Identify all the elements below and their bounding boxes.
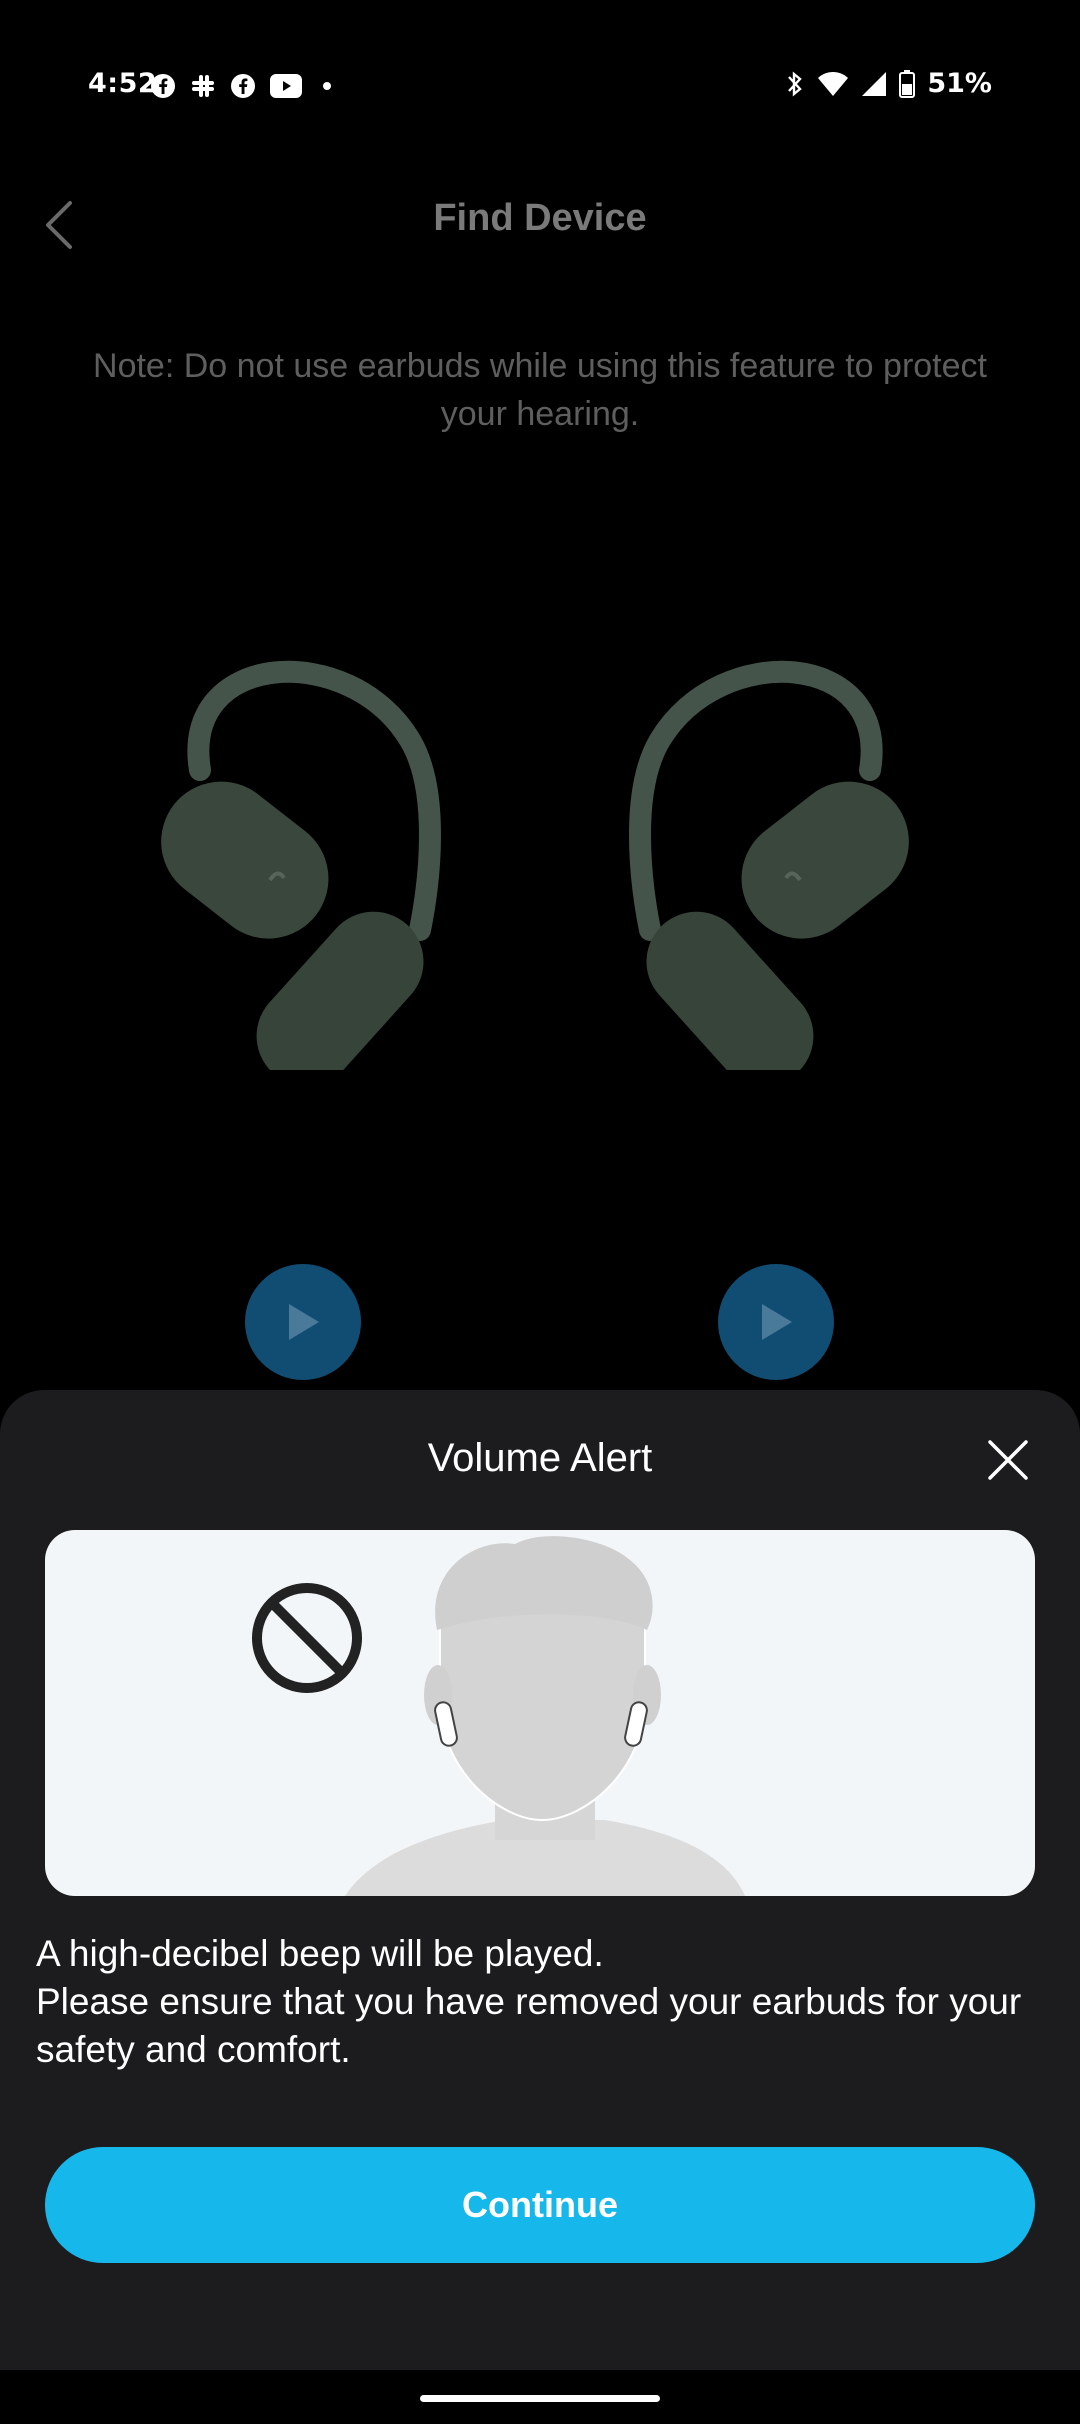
bluetooth-icon xyxy=(788,70,803,97)
home-indicator[interactable] xyxy=(420,2395,660,2402)
play-icon xyxy=(762,1304,792,1340)
slack-icon xyxy=(192,75,214,97)
status-bar: 4:52 51% xyxy=(0,0,1080,175)
play-left-button[interactable] xyxy=(245,1264,361,1380)
remove-earbuds-illustration xyxy=(45,1530,1035,1896)
prohibited-icon xyxy=(252,1583,362,1693)
play-icon xyxy=(289,1304,319,1340)
volume-alert-sheet: Volume Alert A high-decibel beep will be… xyxy=(0,1390,1080,2424)
page-title: Find Device xyxy=(433,197,647,239)
battery-percent: 51% xyxy=(927,68,992,99)
battery-icon xyxy=(899,69,916,98)
alert-message-line1: A high-decibel beep will be played. xyxy=(36,1933,604,1974)
play-right-button[interactable] xyxy=(718,1264,834,1380)
sheet-title: Volume Alert xyxy=(427,1436,653,1480)
left-earbud-image xyxy=(161,660,441,1070)
close-icon xyxy=(988,1440,1028,1480)
dot-icon xyxy=(323,82,331,90)
right-earbud-image xyxy=(629,660,909,1070)
app-header: Find Device xyxy=(0,175,1080,275)
continue-button[interactable]: Continue xyxy=(45,2147,1035,2263)
alert-message-line2: Please ensure that you have removed your… xyxy=(36,1981,1022,2070)
facebook-icon xyxy=(231,74,255,98)
status-time: 4:52 xyxy=(88,68,158,99)
hearing-note: Note: Do not use earbuds while using thi… xyxy=(93,347,987,433)
find-device-screen: 4:52 51% Find Device Note: Do not use ea… xyxy=(0,0,1080,2424)
head-with-earbuds-image xyxy=(252,1536,745,1896)
youtube-icon xyxy=(270,74,302,98)
close-button[interactable] xyxy=(980,1432,1036,1488)
alert-message: A high-decibel beep will be played. Plea… xyxy=(36,1930,1046,2074)
facebook-icon xyxy=(151,74,175,98)
notification-icons xyxy=(150,73,332,99)
system-icons: 51% xyxy=(785,68,992,99)
signal-icon xyxy=(862,71,887,96)
wifi-icon xyxy=(818,71,849,96)
